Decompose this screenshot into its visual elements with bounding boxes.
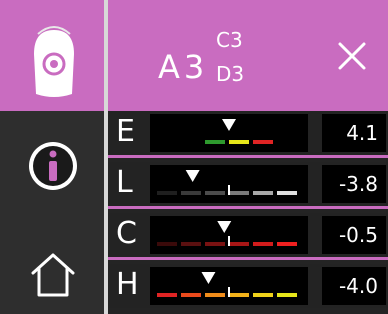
scale-center-tick (228, 185, 230, 195)
row-value: -0.5 (338, 223, 378, 247)
scale-segment (205, 140, 225, 144)
scale-segment (277, 293, 297, 297)
scale-bar (150, 114, 308, 152)
shade-value: A3 (158, 48, 209, 86)
scale-segment (253, 191, 273, 195)
row-letter: E (116, 114, 135, 149)
sidebar (0, 0, 104, 314)
scale-segment (253, 242, 273, 246)
scale-pointer (217, 221, 232, 233)
row-letter: L (116, 165, 133, 200)
shade-header: A3 C3 D3 (108, 0, 388, 111)
scale-segment (277, 191, 297, 195)
scale-segment (181, 293, 201, 297)
scale-segment (229, 242, 249, 246)
scale-center-tick (228, 236, 230, 246)
scale-segment (205, 191, 225, 195)
scale-bar (150, 267, 308, 305)
shade-upper-neighbor: C3 (216, 28, 243, 52)
scale-pointer (185, 170, 200, 182)
scale-segment (253, 140, 273, 144)
device-icon[interactable] (28, 14, 80, 100)
value-box: 4.1 (322, 114, 386, 152)
scale-segment (229, 191, 249, 195)
row-letter: C (116, 216, 137, 251)
home-icon[interactable] (27, 249, 79, 301)
scale-segment (253, 293, 273, 297)
row-letter: H (116, 267, 139, 302)
row-value: -3.8 (338, 172, 378, 196)
scale-segment (157, 191, 177, 195)
close-button[interactable] (334, 38, 370, 74)
row-c: C -0.5 (108, 213, 388, 260)
scale-center-tick (228, 287, 230, 297)
shade-lower-neighbor: D3 (216, 62, 245, 86)
scale-pointer (222, 119, 236, 131)
row-value: 4.1 (346, 121, 378, 145)
row-e: E 4.1 (108, 111, 388, 158)
measurement-rows: E 4.1 L -3.8 C -0.5 H -4.0 (108, 111, 388, 314)
scale-bar (150, 165, 308, 203)
scale-segment (229, 140, 249, 144)
scale-bar (150, 216, 308, 254)
row-l: L -3.8 (108, 162, 388, 209)
scale-segment (229, 293, 249, 297)
scale-segment (157, 293, 177, 297)
value-box: -4.0 (322, 267, 386, 305)
value-box: -0.5 (322, 216, 386, 254)
scale-segment (181, 191, 201, 195)
scale-segment (157, 242, 177, 246)
row-h: H -4.0 (108, 264, 388, 308)
scale-pointer (201, 272, 216, 284)
scale-segment (205, 242, 225, 246)
scale-segment (277, 242, 297, 246)
row-value: -4.0 (338, 274, 378, 298)
scale-segment (181, 242, 201, 246)
scale-segment (205, 293, 225, 297)
value-box: -3.8 (322, 165, 386, 203)
info-icon[interactable] (27, 140, 79, 192)
